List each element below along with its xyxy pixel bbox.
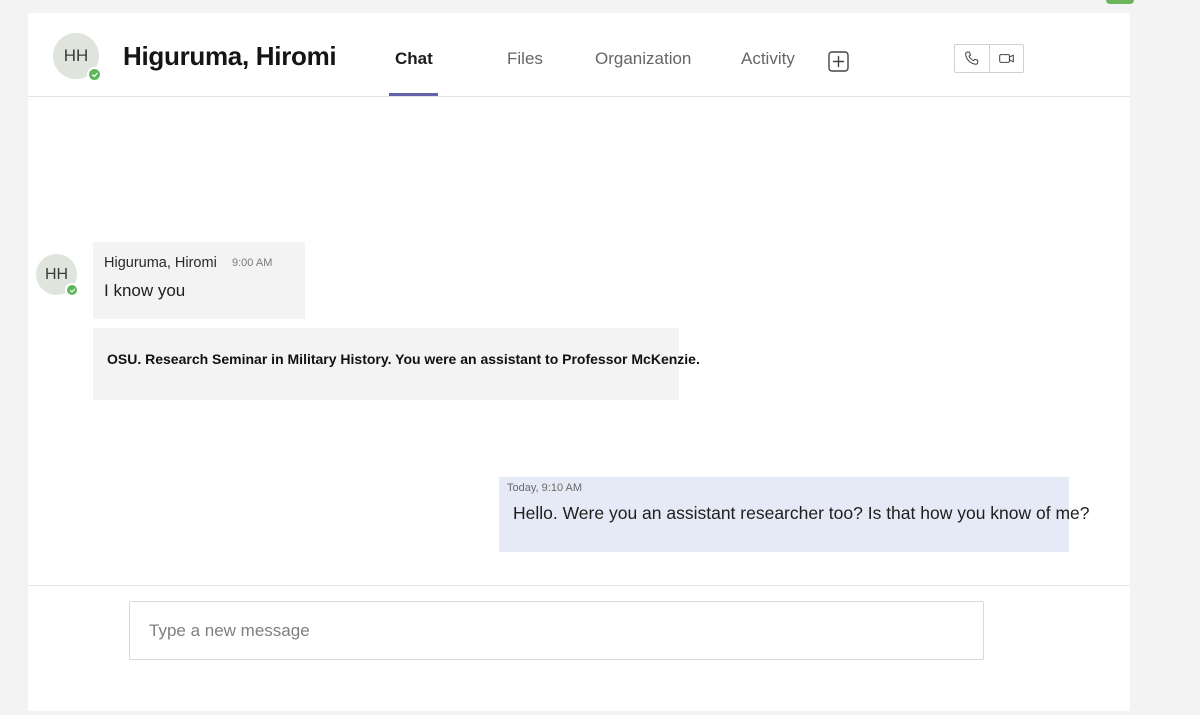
contact-avatar[interactable]: HH xyxy=(53,33,102,82)
plus-square-icon xyxy=(828,51,849,72)
add-tab-button[interactable] xyxy=(828,51,849,72)
incoming-message[interactable]: Higuruma, Hiromi 9:00 AM I know you xyxy=(93,242,305,319)
presence-available-icon xyxy=(65,283,79,297)
chat-header: HH Higuruma, Hiromi Chat Files Organizat… xyxy=(28,13,1130,97)
message-text: I know you xyxy=(104,281,186,300)
incoming-message-followup[interactable]: OSU. Research Seminar in Military Histor… xyxy=(93,328,700,400)
chat-panel: HH Higuruma, Hiromi Chat Files Organizat… xyxy=(28,13,1130,711)
message-time: 9:00 AM xyxy=(232,257,273,269)
active-tab-indicator xyxy=(389,93,438,96)
video-call-button[interactable] xyxy=(988,45,1024,72)
tab-activity[interactable]: Activity xyxy=(741,49,795,69)
phone-icon xyxy=(965,51,979,65)
compose-divider xyxy=(28,585,1130,586)
message-time: Today, 9:10 AM xyxy=(507,482,583,494)
tab-organization[interactable]: Organization xyxy=(595,49,691,69)
compose-box xyxy=(129,601,984,660)
presence-available-icon xyxy=(87,67,102,82)
outgoing-message[interactable]: Today, 9:10 AM Hello. Were you an assist… xyxy=(499,477,1090,552)
call-button-group xyxy=(954,44,1024,73)
audio-call-button[interactable] xyxy=(955,45,989,72)
message-input[interactable] xyxy=(130,602,983,659)
avatar-initials: HH xyxy=(44,265,69,283)
message-text: OSU. Research Seminar in Military Histor… xyxy=(107,351,700,367)
window-accent xyxy=(1106,0,1134,4)
message-sender: Higuruma, Hiromi xyxy=(104,255,217,271)
video-camera-icon xyxy=(998,54,1014,63)
tab-chat[interactable]: Chat xyxy=(395,49,433,69)
message-text: Hello. Were you an assistant researcher … xyxy=(513,503,1090,523)
tab-files[interactable]: Files xyxy=(507,49,543,69)
sender-avatar[interactable]: HH xyxy=(36,254,79,297)
contact-name: Higuruma, Hiromi xyxy=(123,41,337,71)
avatar-initials: HH xyxy=(63,46,89,65)
